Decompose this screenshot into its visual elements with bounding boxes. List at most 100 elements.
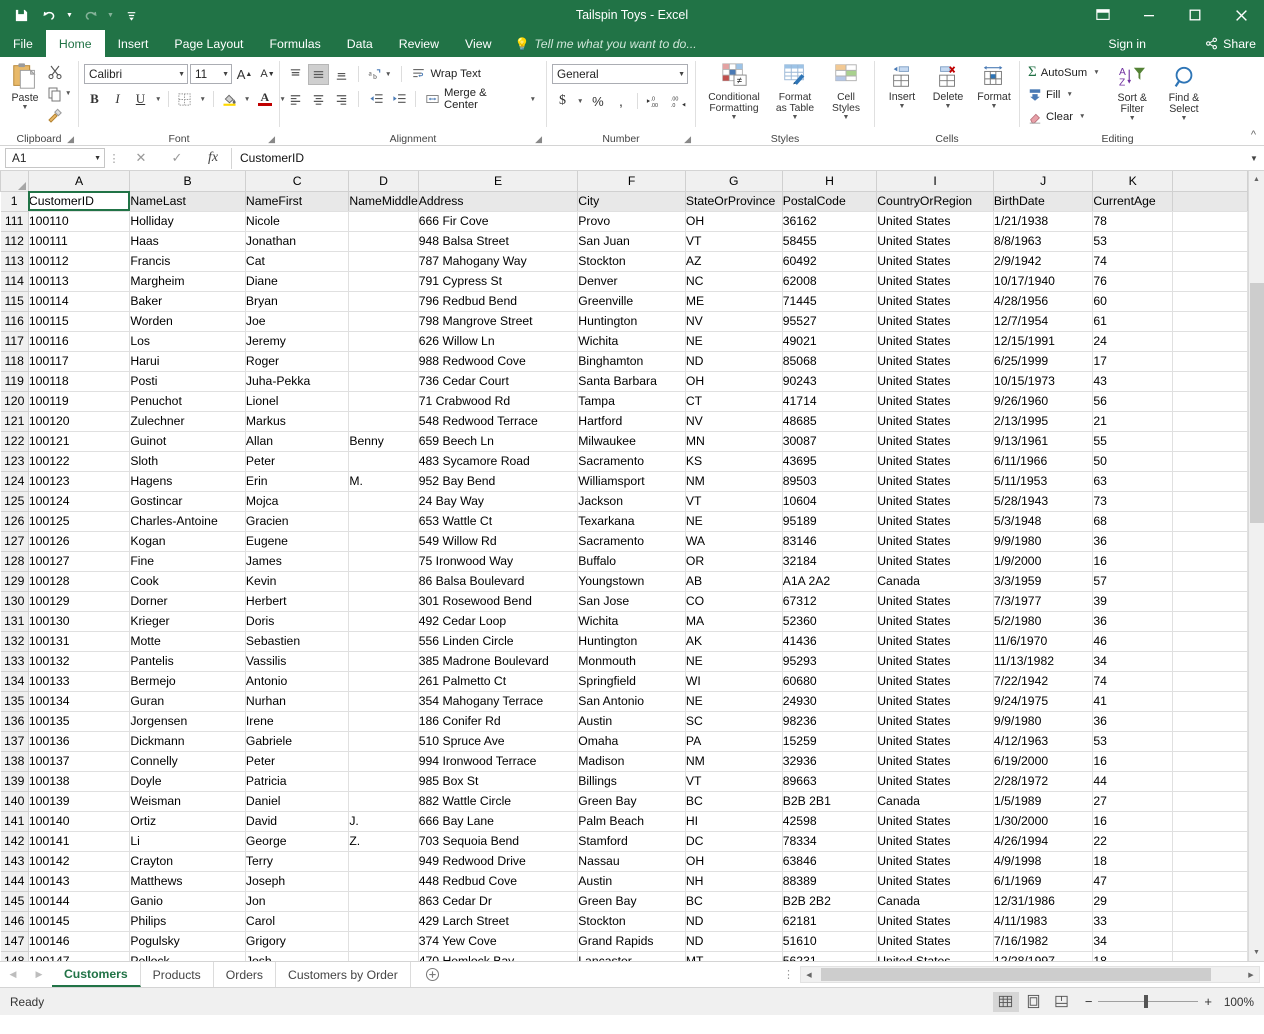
grid-cell[interactable]: United States [877,211,994,231]
scroll-right-icon[interactable]: ▶ [1243,971,1259,979]
grid-cell[interactable] [349,271,418,291]
row-header[interactable]: 115 [1,291,29,311]
grid-cell[interactable]: Joe [245,311,348,331]
grid-cell[interactable] [349,751,418,771]
grid-cell[interactable]: United States [877,331,994,351]
grid-cell[interactable]: 100115 [28,311,129,331]
grid-cell[interactable]: 100129 [28,591,129,611]
empty-cell[interactable] [1173,391,1248,411]
grid-cell[interactable]: Jonathan [245,231,348,251]
grid-cell[interactable]: 5/2/1980 [993,611,1092,631]
empty-cell[interactable] [1173,431,1248,451]
format-as-table-dropdown-icon[interactable]: ▼ [792,115,799,121]
grid-cell[interactable]: 33 [1093,911,1173,931]
grid-cell[interactable]: 78334 [782,831,877,851]
grid-cell[interactable]: Kogan [130,531,246,551]
grid-cell[interactable]: Omaha [578,731,686,751]
row-header[interactable]: 143 [1,851,29,871]
grid-cell[interactable]: 58455 [782,231,877,251]
grid-cell[interactable]: David [245,811,348,831]
grid-cell[interactable]: Stockton [578,251,686,271]
grid-cell[interactable]: 100140 [28,811,129,831]
grid-cell[interactable]: Binghamton [578,351,686,371]
grid-cell[interactable]: B2B 2B1 [782,791,877,811]
grid-cell[interactable]: Kevin [245,571,348,591]
empty-cell[interactable] [1173,551,1248,571]
grid-cell[interactable]: 374 Yew Cove [418,931,578,951]
empty-cell[interactable] [1173,651,1248,671]
grid-cell[interactable]: OH [685,211,782,231]
column-title-cell[interactable]: NameMiddle [349,191,418,211]
column-title-cell[interactable]: CustomerID [28,191,129,211]
grid-cell[interactable]: 100128 [28,571,129,591]
grid-cell[interactable]: Cat [245,251,348,271]
grid-cell[interactable]: Wichita [578,611,686,631]
grid-cell[interactable]: Nicole [245,211,348,231]
grid-cell[interactable]: Benny [349,431,418,451]
grid-cell[interactable] [349,591,418,611]
grid-cell[interactable]: 4/28/1956 [993,291,1092,311]
grid-cell[interactable]: 36 [1093,611,1173,631]
empty-cell[interactable] [1173,631,1248,651]
grid-cell[interactable]: 71445 [782,291,877,311]
number-dialog-launcher-icon[interactable]: ◢ [684,134,691,145]
font-name-input[interactable]: Calibri ▼ [84,64,188,84]
grid-cell[interactable]: 100120 [28,411,129,431]
grid-cell[interactable]: Monmouth [578,651,686,671]
grid-cell[interactable]: United States [877,251,994,271]
expand-formula-bar-icon[interactable]: ▼ [1246,154,1262,163]
grid-cell[interactable] [349,491,418,511]
grid-cell[interactable]: Carol [245,911,348,931]
grid-cell[interactable]: 24930 [782,691,877,711]
grid-cell[interactable] [349,391,418,411]
grid-cell[interactable]: Milwaukee [578,431,686,451]
grid-cell[interactable]: Billings [578,771,686,791]
grid-cell[interactable]: 53 [1093,231,1173,251]
grid-cell[interactable]: 16 [1093,811,1173,831]
grid-cell[interactable] [349,651,418,671]
sheet-tab-customers[interactable]: Customers [52,962,141,987]
grid-cell[interactable]: Bryan [245,291,348,311]
grid-cell[interactable]: Francis [130,251,246,271]
font-size-dropdown-icon[interactable]: ▼ [218,71,229,78]
paste-button[interactable]: Paste ▼ [5,59,45,113]
grid-cell[interactable]: NE [685,511,782,531]
scroll-left-icon[interactable]: ◀ [801,971,817,979]
increase-font-size-button[interactable]: A▲ [234,64,255,85]
grid-cell[interactable]: 798 Mangrove Street [418,311,578,331]
column-header-F[interactable]: F [578,171,686,191]
grid-cell[interactable]: 71 Crabwood Rd [418,391,578,411]
grid-cell[interactable]: 63 [1093,471,1173,491]
tab-review[interactable]: Review [386,30,452,57]
grid-cell[interactable]: 10604 [782,491,877,511]
column-header-blank[interactable] [1173,171,1248,191]
grid-cell[interactable]: 29 [1093,891,1173,911]
grid-cell[interactable]: United States [877,491,994,511]
grid-cell[interactable]: ND [685,931,782,951]
grid-cell[interactable]: Provo [578,211,686,231]
grid-cell[interactable]: 952 Bay Bend [418,471,578,491]
column-title-cell[interactable]: CountryOrRegion [877,191,994,211]
row-header[interactable]: 142 [1,831,29,851]
grid-cell[interactable]: Wichita [578,331,686,351]
grid-cell[interactable]: 2/9/1942 [993,251,1092,271]
formula-input[interactable]: CustomerID [231,148,1246,169]
empty-cell[interactable] [1173,471,1248,491]
grid-cell[interactable]: Hagens [130,471,246,491]
grid-cell[interactable]: B2B 2B2 [782,891,877,911]
grid-cell[interactable]: Cook [130,571,246,591]
grid-cell[interactable]: 4/26/1994 [993,831,1092,851]
empty-cell[interactable] [1173,371,1248,391]
grid-cell[interactable]: Peter [245,751,348,771]
decrease-indent-button[interactable] [365,89,386,110]
grid-cell[interactable]: 100124 [28,491,129,511]
grid-cell[interactable]: 95293 [782,651,877,671]
grid-cell[interactable] [349,891,418,911]
grid-cell[interactable]: 44 [1093,771,1173,791]
grid-cell[interactable]: 12/7/1954 [993,311,1092,331]
align-left-button[interactable] [285,89,306,110]
grid-cell[interactable]: United States [877,631,994,651]
row-header[interactable]: 148 [1,951,29,961]
grid-cell[interactable]: Hartford [578,411,686,431]
grid-cell[interactable]: Z. [349,831,418,851]
